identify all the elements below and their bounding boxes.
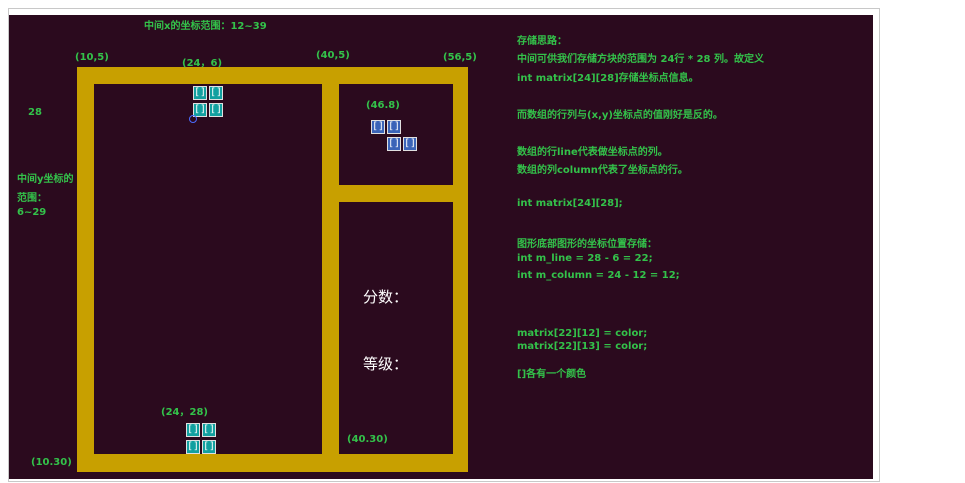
coord-next-block: (46.8) xyxy=(366,100,400,111)
note-line: int m_column = 24 - 12 = 12; xyxy=(517,270,680,281)
note-line: 数组的行line代表做坐标点的列。 xyxy=(517,147,668,158)
y-range-label-2: 范围： xyxy=(17,193,47,204)
block-cell: [] xyxy=(209,103,223,117)
play-area xyxy=(94,84,322,454)
block-cell: [] xyxy=(371,120,385,134)
note-line: matrix[22][13] = color; xyxy=(517,341,648,352)
note-line: int matrix[24][28]存储坐标点信息。 xyxy=(517,73,699,84)
note-line: 而数组的行列与(x,y)坐标点的值刚好是反的。 xyxy=(517,110,723,121)
coord-bottom-block: (24，28) xyxy=(161,407,208,418)
block-cell: [] xyxy=(387,120,401,134)
origin-marker-icon xyxy=(189,115,197,123)
coord-top-block: (24，6) xyxy=(182,58,223,69)
block-cell: [] xyxy=(202,440,216,454)
left-28-label: 28 xyxy=(28,107,42,118)
score-area xyxy=(339,202,453,454)
block-cell: [] xyxy=(202,423,216,437)
block-cell: [] xyxy=(186,423,200,437)
level-label: 等级： xyxy=(363,355,409,373)
note-line: int m_line = 28 - 6 = 22; xyxy=(517,253,653,264)
note-line: 存储思路： xyxy=(517,36,567,47)
note-line: []各有一个颜色 xyxy=(517,369,587,380)
note-line: 图形底部图形的坐标位置存储： xyxy=(517,239,657,250)
note-line: 数组的列column代表了坐标点的行。 xyxy=(517,165,688,176)
block-cell: [] xyxy=(186,440,200,454)
coord-bottom-left: (10.30) xyxy=(31,457,72,468)
score-label: 分数： xyxy=(363,288,409,306)
y-range-label-1: 中间y坐标的 xyxy=(17,174,74,185)
block-cell: [] xyxy=(403,137,417,151)
x-range-label: 中间x的坐标范围：12~39 xyxy=(144,21,267,32)
y-range-label-3: 6~29 xyxy=(17,207,47,218)
coord-mid-top: (40,5) xyxy=(316,50,350,61)
coord-mid-bottom: (40.30) xyxy=(347,434,388,445)
block-cell: [] xyxy=(387,137,401,151)
coord-top-left: (10,5) xyxy=(75,52,109,63)
note-line: int matrix[24][28]; xyxy=(517,198,623,209)
note-line: matrix[22][12] = color; xyxy=(517,328,648,339)
coord-top-right: (56,5) xyxy=(443,52,477,63)
note-line: 中间可供我们存储方块的范围为 24行 * 28 列。故定义 xyxy=(517,54,764,65)
block-cell: [] xyxy=(193,86,207,100)
block-cell: [] xyxy=(209,86,223,100)
